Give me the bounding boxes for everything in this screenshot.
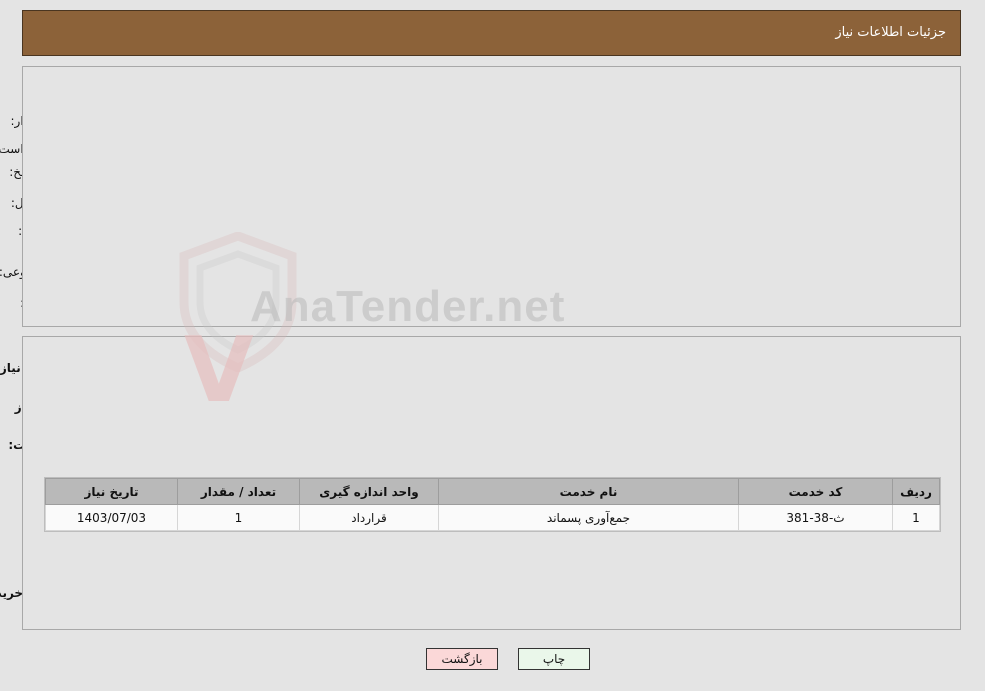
page-title: جزئیات اطلاعات نیاز	[835, 25, 946, 40]
col-date: تاریخ نیاز	[45, 478, 178, 505]
col-unit: واحد اندازه گیری	[299, 478, 439, 505]
cell-unit: قرارداد	[299, 504, 439, 531]
window-title-bar: جزئیات اطلاعات نیاز	[22, 10, 961, 56]
cell-name: جمع‌آوری پسماند	[438, 504, 739, 531]
back-button[interactable]: بازگشت	[426, 648, 498, 670]
cell-code: ث-38-381	[738, 504, 893, 531]
need-info-panel	[22, 66, 961, 327]
table-row[interactable]: 1 ث-38-381 جمع‌آوری پسماند قرارداد 1 140…	[45, 504, 940, 531]
col-code: کد خدمت	[738, 478, 893, 505]
col-name: نام خدمت	[438, 478, 739, 505]
cell-row: 1	[892, 504, 940, 531]
services-table: ردیف کد خدمت نام خدمت واحد اندازه گیری ت…	[45, 478, 940, 531]
col-row: ردیف	[892, 478, 940, 505]
table-header-row: ردیف کد خدمت نام خدمت واحد اندازه گیری ت…	[45, 478, 940, 505]
cell-date: 1403/07/03	[45, 504, 178, 531]
cell-qty: 1	[177, 504, 300, 531]
print-button[interactable]: چاپ	[518, 648, 590, 670]
col-qty: تعداد / مقدار	[177, 478, 300, 505]
services-table-container: ردیف کد خدمت نام خدمت واحد اندازه گیری ت…	[44, 477, 941, 532]
